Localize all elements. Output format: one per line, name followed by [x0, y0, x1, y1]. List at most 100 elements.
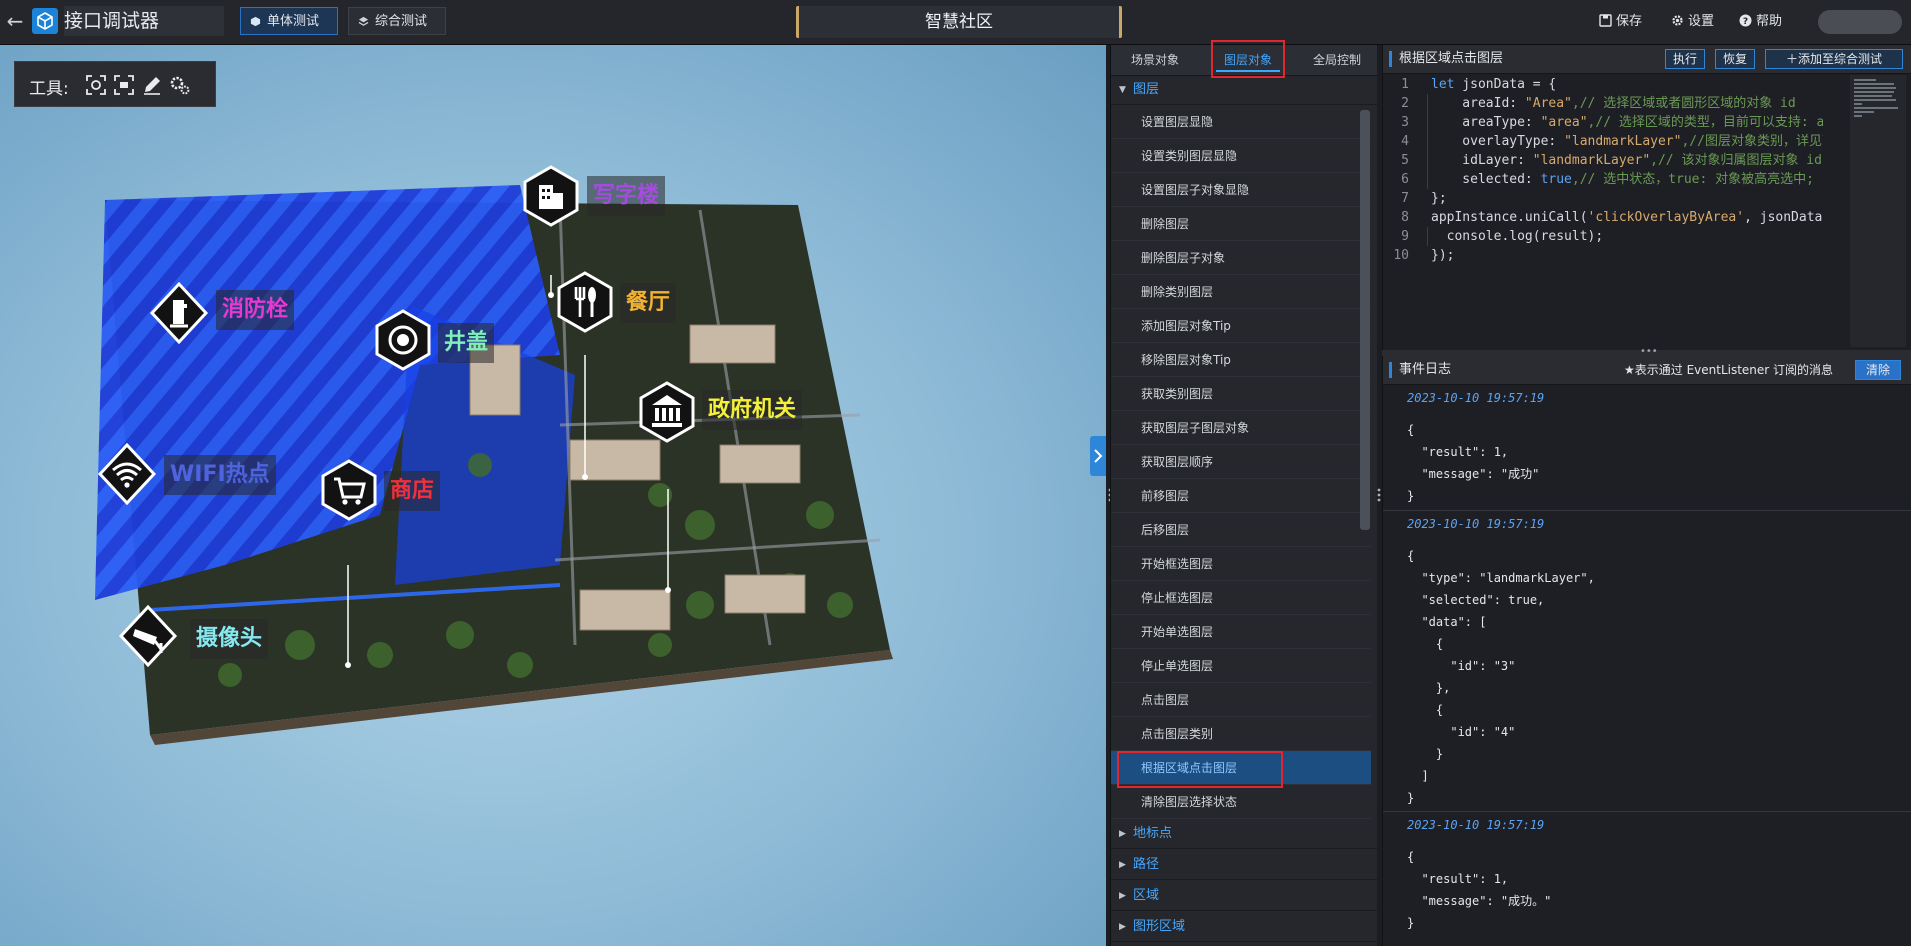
log-panel-title: 事件日志	[1399, 362, 1452, 377]
line-number: 5	[1401, 153, 1409, 168]
line-number: 1	[1401, 77, 1409, 92]
frame-select-icon[interactable]	[113, 74, 135, 96]
collapse-panel-button[interactable]	[1090, 436, 1106, 476]
back-arrow-icon[interactable]: ←	[4, 8, 26, 34]
event-log-panel: 事件日志 ★表示通过 EventListener 订阅的消息 清除 2023-1…	[1382, 356, 1911, 946]
plus-icon: ＋	[1785, 52, 1798, 66]
menu-item[interactable]: 停止单选图层	[1111, 649, 1371, 683]
code-line: 7};	[1383, 189, 1823, 208]
menu-item[interactable]: 停止框选图层	[1111, 581, 1371, 615]
line-number: 4	[1401, 134, 1409, 149]
settings-button[interactable]: 设置	[1671, 12, 1714, 32]
poi-manhole[interactable]	[372, 309, 434, 371]
code-panel-header: 根据区域点击图层 执行 恢复 ＋添加至综合测试	[1383, 45, 1911, 74]
code-line: 9 console.log(result);	[1383, 227, 1823, 246]
single-test-label: 单体测试	[267, 14, 320, 29]
poi-restaurant[interactable]	[554, 271, 616, 333]
menu-item[interactable]: 设置图层显隐	[1111, 105, 1371, 139]
menu-item[interactable]: 获取类别图层	[1111, 377, 1371, 411]
svg-text:?: ?	[1743, 17, 1748, 27]
run-button[interactable]: 执行	[1665, 49, 1705, 69]
log-entry: 2023-10-10 19:57:19 { "result": 1, "mess…	[1383, 812, 1911, 937]
settings-label: 设置	[1688, 14, 1715, 29]
pencil-icon[interactable]	[141, 74, 163, 96]
menu-item[interactable]: 设置类别图层显隐	[1111, 139, 1371, 173]
code-editor-panel: 根据区域点击图层 执行 恢复 ＋添加至综合测试 1 let jsonData = …	[1382, 45, 1911, 350]
settings-gears-icon[interactable]	[169, 74, 191, 96]
code-minimap[interactable]	[1850, 75, 1906, 347]
poi-camera[interactable]	[117, 604, 179, 668]
menu-item[interactable]: 点击图层类别	[1111, 717, 1371, 751]
menu-item[interactable]: 添加图层对象Tip	[1111, 309, 1371, 343]
office-building-icon	[523, 165, 579, 227]
poi-label-restaurant: 餐厅	[620, 283, 677, 323]
poi-fire-hydrant[interactable]	[148, 281, 210, 345]
poi-label-office: 写字楼	[587, 176, 666, 216]
group-shape-area[interactable]: ▶ 图形区域	[1111, 912, 1377, 942]
group-landmark-label: 地标点	[1133, 826, 1173, 841]
menu-item[interactable]: 前移图层	[1111, 479, 1371, 513]
scene-viewport[interactable]: 工具: 写字楼 消防栓 井盖 餐厅 政府机关 WIFI热点 商店 摄像头	[0, 45, 1106, 946]
combo-test-button[interactable]: 综合测试	[348, 7, 446, 35]
tab-scene-objects[interactable]: 场景对象	[1115, 45, 1195, 75]
splitter-grip-icon[interactable]	[1377, 488, 1381, 502]
poi-government[interactable]	[636, 381, 698, 443]
menu-item[interactable]: 点击图层	[1111, 683, 1371, 717]
caret-down-icon: ▼	[1119, 85, 1126, 95]
poi-shop[interactable]	[318, 459, 380, 521]
menu-item[interactable]: 移除图层对象Tip	[1111, 343, 1371, 377]
log-entry: 2023-10-10 19:57:19 { "result": 1, "mess…	[1383, 385, 1911, 511]
menu-item[interactable]: 获取图层子图层对象	[1111, 411, 1371, 445]
menu-item[interactable]: 后移图层	[1111, 513, 1371, 547]
save-label: 保存	[1616, 14, 1643, 29]
log-message: { "type": "landmarkLayer", "selected": t…	[1407, 549, 1595, 805]
caret-right-icon: ▶	[1119, 829, 1126, 839]
code-editor[interactable]: 1 let jsonData = { 2 areaId: "Area",// 选择…	[1383, 75, 1823, 347]
line-number: 8	[1401, 210, 1409, 225]
group-path-label: 路径	[1133, 857, 1160, 872]
app-logo-icon	[32, 8, 58, 34]
line-number: 2	[1401, 96, 1409, 111]
poi-wifi[interactable]	[96, 442, 158, 506]
add-to-combo-button[interactable]: ＋添加至综合测试	[1765, 49, 1903, 69]
group-shape-area-label: 图形区域	[1133, 919, 1186, 934]
poi-label-camera: 摄像头	[190, 619, 269, 659]
poi-label-wifi: WIFI热点	[164, 455, 276, 495]
menu-item[interactable]: 删除类别图层	[1111, 275, 1371, 309]
menu-item[interactable]: 开始框选图层	[1111, 547, 1371, 581]
save-icon	[1599, 14, 1612, 27]
highlight-frame-item	[1117, 751, 1283, 788]
group-layer[interactable]: ▼ 图层	[1111, 75, 1377, 105]
layer-api-list: 设置图层显隐 设置类别图层显隐 设置图层子对象显隐 删除图层 删除图层子对象 删…	[1111, 105, 1371, 819]
poi-office-building[interactable]	[520, 165, 582, 227]
top-bar: ← 接口调试器 单体测试 综合测试 智慧社区 保存 设置 ? 帮助	[0, 0, 1911, 45]
menu-scrollbar[interactable]	[1360, 110, 1370, 530]
caret-right-icon: ▶	[1119, 922, 1126, 932]
save-button[interactable]: 保存	[1599, 12, 1642, 32]
app-title: 接口调试器	[64, 6, 224, 36]
group-path[interactable]: ▶ 路径	[1111, 850, 1377, 880]
help-button[interactable]: ? 帮助	[1739, 12, 1782, 32]
restaurant-icon	[557, 271, 613, 333]
menu-item[interactable]: 删除图层子对象	[1111, 241, 1371, 275]
log-legend-note: ★表示通过 EventListener 订阅的消息	[1624, 363, 1834, 377]
group-area[interactable]: ▶ 区域	[1111, 881, 1377, 911]
clear-log-button[interactable]: 清除	[1855, 360, 1901, 380]
user-avatar[interactable]	[1818, 10, 1902, 34]
menu-item[interactable]: 设置图层子对象显隐	[1111, 173, 1371, 207]
poi-label-fire-hydrant: 消防栓	[216, 290, 295, 330]
scene-title: 智慧社区	[796, 6, 1122, 38]
header-accent-bar	[1389, 362, 1392, 378]
menu-item[interactable]: 清除图层选择状态	[1111, 785, 1371, 819]
log-timestamp: 2023-10-10 19:57:19	[1407, 517, 1545, 531]
wifi-icon	[97, 442, 157, 506]
menu-item[interactable]: 删除图层	[1111, 207, 1371, 241]
group-landmark[interactable]: ▶ 地标点	[1111, 819, 1377, 849]
locate-target-icon[interactable]	[85, 74, 107, 96]
reset-button[interactable]: 恢复	[1715, 49, 1755, 69]
single-test-button[interactable]: 单体测试	[240, 7, 338, 35]
tab-global-control[interactable]: 全局控制	[1297, 45, 1377, 75]
code-line: 4 overlayType: "landmarkLayer",//图层对象类别，…	[1383, 132, 1823, 151]
menu-item[interactable]: 获取图层顺序	[1111, 445, 1371, 479]
menu-item[interactable]: 开始单选图层	[1111, 615, 1371, 649]
